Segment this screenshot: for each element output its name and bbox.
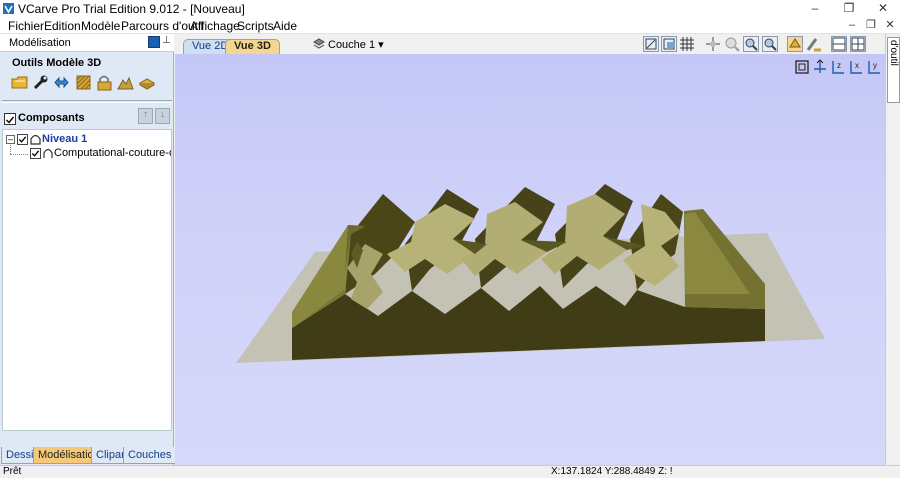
tree-level-label[interactable]: Niveau 1: [42, 133, 87, 145]
modeling-panel: Modélisation ⊥ Outils Modèle 3D Composan…: [0, 34, 174, 478]
menu-aide[interactable]: Aide: [273, 19, 297, 33]
pan-icon[interactable]: [705, 36, 721, 52]
lock-bake-icon[interactable]: [96, 74, 113, 91]
collapse-toggle[interactable]: –: [6, 135, 15, 144]
shaded-view-icon[interactable]: [787, 36, 803, 52]
grid-icon[interactable]: [679, 36, 695, 52]
wrench-icon[interactable]: [32, 74, 49, 91]
cursor-coordinates: X:137.1824 Y:288.4849 Z: !: [551, 466, 673, 477]
arrows-icon[interactable]: [53, 74, 70, 91]
vcarve-app-icon: [3, 3, 14, 14]
split-horizontal-icon[interactable]: [831, 36, 847, 52]
slice-icon[interactable]: [138, 74, 155, 91]
components-checkbox[interactable]: [4, 113, 16, 125]
status-bar: Prêt X:137.1824 Y:288.4849 Z: !: [0, 465, 900, 478]
panel-header: Modélisation ⊥: [0, 34, 174, 52]
check-icon: [31, 150, 40, 157]
components-tree: – Niveau 1 Computational-couture-origam: [2, 129, 172, 431]
tree-connector: [10, 145, 11, 154]
3d-model-render: [236, 184, 825, 363]
status-text: Prêt: [3, 466, 22, 477]
menu-scripts[interactable]: Scripts: [237, 19, 274, 33]
mdi-controls: – ❐ ✕: [844, 18, 898, 35]
import-component-icon[interactable]: [11, 74, 28, 91]
layer-select[interactable]: Couche 1 ▾: [328, 38, 384, 51]
tree-component-label[interactable]: Computational-couture-origam: [54, 147, 171, 159]
layer-select-value: Couche 1: [328, 39, 376, 51]
texture-icon[interactable]: [75, 74, 92, 91]
layer-icon: [313, 38, 325, 49]
zoom-in-icon[interactable]: [724, 36, 740, 52]
zoom-extents-icon[interactable]: [643, 36, 659, 52]
zoom-box-icon[interactable]: [661, 36, 677, 52]
menu-bar: Fichier Edition Modèle Parcours d'outil …: [0, 17, 900, 34]
level-checkbox[interactable]: [17, 134, 28, 145]
toolpath-side-tab-label: Parcours d'outil: [888, 40, 900, 80]
components-title: Composants: [18, 112, 85, 124]
check-icon: [6, 116, 15, 124]
zoom-selection-icon[interactable]: [743, 36, 759, 52]
move-up-button[interactable]: ↑: [138, 108, 153, 124]
3d-viewport[interactable]: z x y: [175, 54, 885, 465]
mountain-icon[interactable]: [117, 74, 134, 91]
zoom-out-icon[interactable]: [762, 36, 778, 52]
tab-couches[interactable]: Couches: [123, 447, 177, 464]
tool-display-icon[interactable]: [806, 36, 822, 52]
chevron-down-icon: ▾: [378, 39, 384, 51]
restore-button[interactable]: ❐: [832, 0, 866, 17]
check-icon: [18, 136, 27, 143]
right-side-bar: Parcours d'outil: [885, 34, 900, 465]
mdi-close-button[interactable]: ✕: [882, 18, 898, 31]
view-toolbar: Vue 2D Vue 3D Couche 1 ▾: [175, 34, 885, 54]
panel-dock-button[interactable]: [148, 36, 160, 48]
component-icon: [43, 148, 53, 158]
menu-fichier[interactable]: Fichier: [8, 19, 44, 33]
component-checkbox[interactable]: [30, 148, 41, 159]
menu-edition[interactable]: Edition: [44, 19, 81, 33]
move-down-button[interactable]: ↓: [155, 108, 170, 124]
panel-pin-icon[interactable]: ⊥: [162, 35, 171, 46]
mdi-restore-button[interactable]: ❐: [863, 18, 879, 31]
toolpath-side-tab[interactable]: Parcours d'outil: [887, 37, 900, 103]
split-vertical-icon[interactable]: [850, 36, 866, 52]
menu-modele[interactable]: Modèle: [81, 19, 120, 33]
tools-3d-title: Outils Modèle 3D: [12, 57, 102, 69]
mdi-minimize-button[interactable]: –: [844, 19, 860, 31]
tree-connector: [10, 154, 28, 155]
window-title: VCarve Pro Trial Edition 9.012 - [Nouvea…: [18, 2, 245, 16]
tab-vue-3d[interactable]: Vue 3D: [225, 39, 280, 54]
menu-affichage[interactable]: Affichage: [190, 19, 240, 33]
panel-title: Modélisation: [9, 37, 71, 49]
panel-separator: [2, 100, 172, 103]
level-icon: [30, 134, 41, 145]
minimize-button[interactable]: –: [798, 0, 832, 17]
close-button[interactable]: ✕: [866, 0, 900, 17]
title-bar: VCarve Pro Trial Edition 9.012 - [Nouvea…: [0, 0, 900, 17]
